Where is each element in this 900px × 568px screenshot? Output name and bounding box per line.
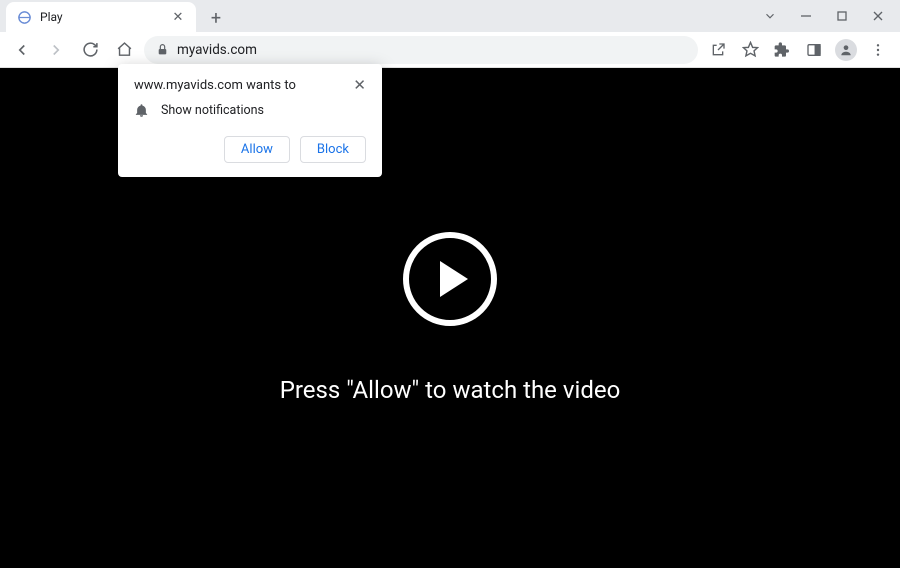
bell-icon	[134, 103, 149, 118]
tab-search-icon[interactable]	[752, 0, 788, 32]
bookmark-icon[interactable]	[736, 36, 764, 64]
instruction-text: Press "Allow" to watch the video	[280, 376, 621, 404]
minimize-button[interactable]	[788, 0, 824, 32]
reload-button[interactable]	[76, 36, 104, 64]
browser-toolbar: myavids.com	[0, 32, 900, 68]
tab-close-button[interactable]: ✕	[170, 9, 186, 25]
profile-button[interactable]	[832, 36, 860, 64]
browser-tab[interactable]: Play ✕	[6, 2, 196, 32]
menu-button[interactable]	[864, 36, 892, 64]
forward-button[interactable]	[42, 36, 70, 64]
allow-button[interactable]: Allow	[224, 136, 290, 163]
share-icon[interactable]	[704, 36, 732, 64]
favicon-icon	[16, 9, 32, 25]
tab-strip: Play ✕ +	[0, 0, 230, 32]
block-button[interactable]: Block	[300, 136, 366, 163]
permission-item-label: Show notifications	[161, 103, 264, 118]
maximize-button[interactable]	[824, 0, 860, 32]
extensions-icon[interactable]	[768, 36, 796, 64]
play-icon	[440, 261, 468, 297]
permission-close-button[interactable]: ✕	[353, 78, 366, 93]
address-bar[interactable]: myavids.com	[144, 36, 698, 64]
close-window-button[interactable]	[860, 0, 896, 32]
permission-dialog: www.myavids.com wants to ✕ Show notifica…	[118, 64, 382, 177]
lock-icon	[156, 43, 169, 56]
back-button[interactable]	[8, 36, 36, 64]
side-panel-icon[interactable]	[800, 36, 828, 64]
permission-title: www.myavids.com wants to	[134, 78, 296, 93]
new-tab-button[interactable]: +	[202, 4, 230, 32]
play-button[interactable]	[403, 232, 497, 326]
home-button[interactable]	[110, 36, 138, 64]
tab-title: Play	[40, 10, 162, 24]
url-text: myavids.com	[177, 42, 257, 58]
